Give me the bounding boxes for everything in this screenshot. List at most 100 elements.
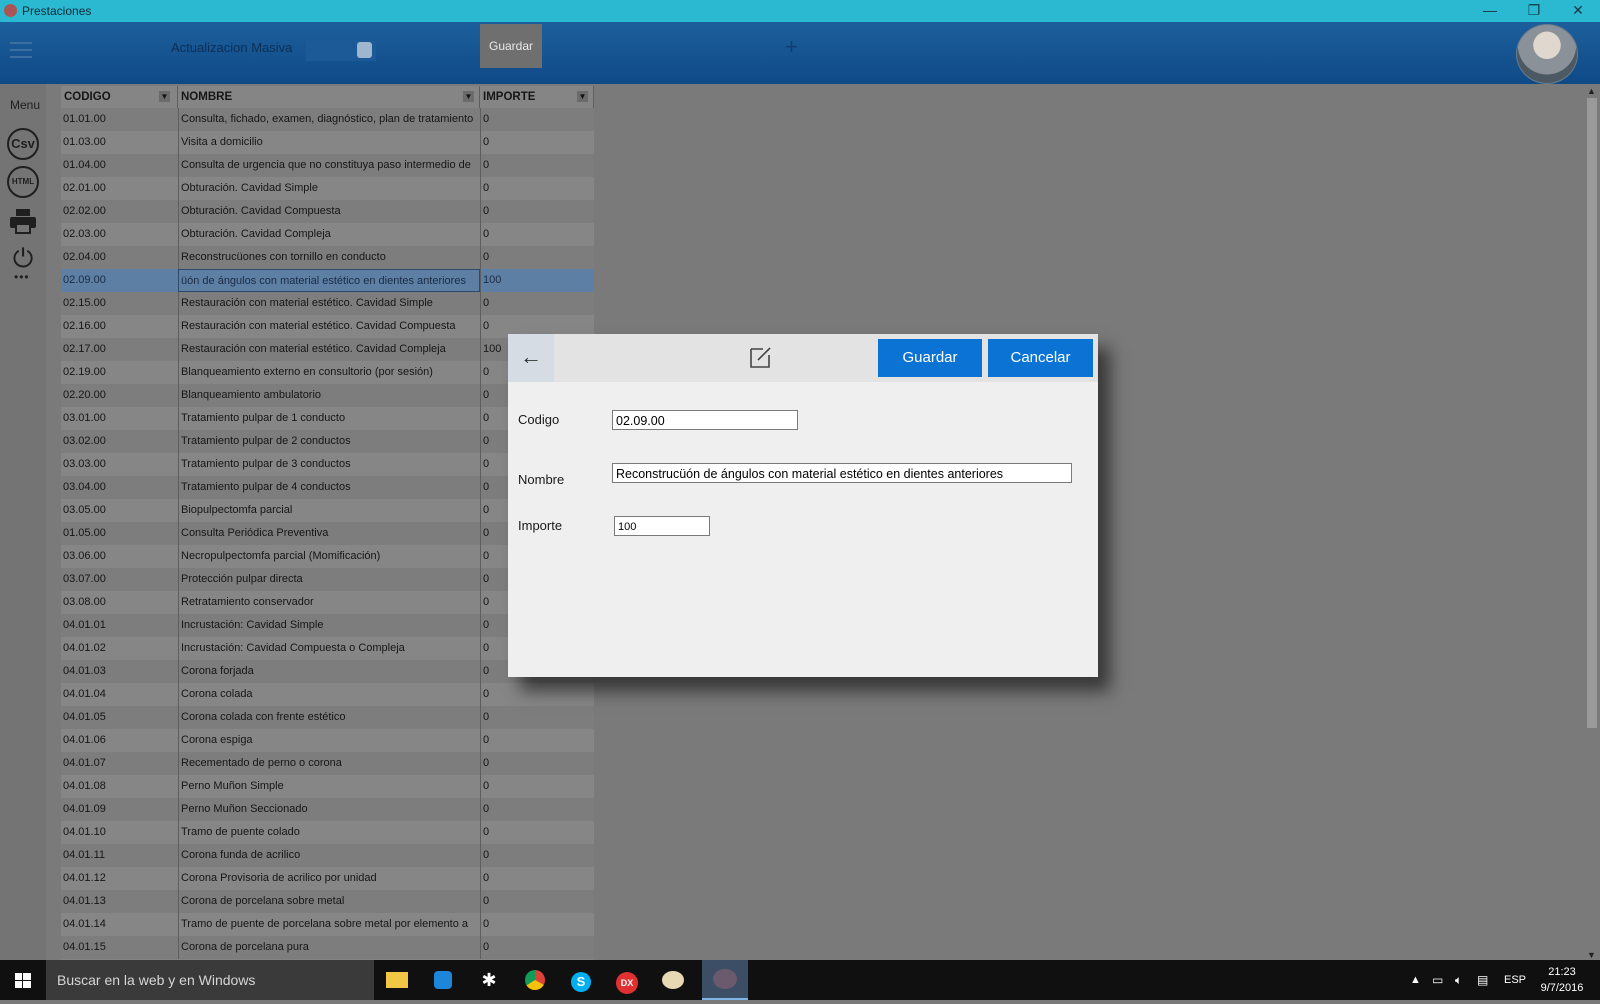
cell-importe: 0 xyxy=(480,775,594,798)
table-row[interactable]: 04.01.07 Recementado de perno o corona 0 xyxy=(61,752,594,775)
dialog-cancel-button[interactable]: Cancelar xyxy=(988,339,1093,377)
cell-nombre: Biopulpectomfa parcial xyxy=(178,499,480,522)
table-row[interactable]: 02.01.00 Obturación. Cavidad Simple 0 xyxy=(61,177,594,200)
cell-codigo: 04.01.02 xyxy=(63,642,106,654)
prestaciones-app-icon[interactable] xyxy=(702,960,748,1000)
taskbar-search-input[interactable]: Buscar en la web y en Windows xyxy=(46,960,374,1000)
codigo-field[interactable]: 02.09.00 xyxy=(612,410,798,430)
app-icon xyxy=(4,4,17,17)
table-row[interactable]: 04.01.13 Corona de porcelana sobre metal 0 xyxy=(61,890,594,913)
table-row[interactable]: 04.01.08 Perno Muñon Simple 0 xyxy=(61,775,594,798)
windows-taskbar: Buscar en la web y en Windows ✱ S DX ▲ ▭… xyxy=(0,960,1600,1000)
cell-codigo: 04.01.10 xyxy=(63,826,106,838)
power-icon[interactable]: ⏻ xyxy=(9,244,37,272)
network-icon[interactable]: ▭ xyxy=(1432,960,1443,1000)
menu-label[interactable]: Menu xyxy=(10,98,40,112)
notification-icon[interactable]: ▤ xyxy=(1477,960,1488,1000)
hamburger-menu-icon[interactable] xyxy=(10,42,32,58)
toolbar-save-button[interactable]: Guardar xyxy=(480,24,542,68)
table-row[interactable]: 04.01.10 Tramo de puente colado 0 xyxy=(61,821,594,844)
table-row[interactable]: 04.01.14 Tramo de puente de porcelana sob… xyxy=(61,913,594,936)
cell-codigo: 04.01.08 xyxy=(63,780,106,792)
massive-update-label: Actualizacion Masiva xyxy=(171,40,293,55)
importe-label: Importe xyxy=(518,518,563,533)
cell-codigo: 01.01.00 xyxy=(63,113,106,125)
printer-icon[interactable] xyxy=(9,208,37,234)
cell-nombre: Protección pulpar directa xyxy=(178,568,480,591)
table-row[interactable]: 04.01.09 Perno Muñon Seccionado 0 xyxy=(61,798,594,821)
table-row[interactable]: 04.01.12 Corona Provisoria de acrilico po… xyxy=(61,867,594,890)
cell-importe: 0 xyxy=(480,913,594,936)
table-row[interactable]: 04.01.04 Corona colada 0 xyxy=(61,683,594,706)
dialog-save-button[interactable]: Guardar xyxy=(878,339,982,377)
scroll-up-icon[interactable]: ▲ xyxy=(1587,86,1596,96)
filter-dropdown-icon[interactable]: ▼ xyxy=(463,91,474,102)
slack-icon[interactable]: ✱ xyxy=(466,960,512,1000)
more-icon[interactable]: ••• xyxy=(14,270,30,284)
cell-importe: 0 xyxy=(480,752,594,775)
skype-icon[interactable]: S xyxy=(558,960,604,1000)
cell-nombre: Restauración con material estético. Cavi… xyxy=(178,292,480,315)
csv-export-icon[interactable]: Csv xyxy=(7,128,39,160)
cell-nombre: Restauración con material estético. Cavi… xyxy=(178,338,480,361)
cell-nombre: Corona Provisoria de acrilico por unidad xyxy=(178,867,480,890)
table-row[interactable]: 02.03.00 Obturación. Cavidad Compleja 0 xyxy=(61,223,594,246)
teamviewer-icon[interactable] xyxy=(420,960,466,1000)
cell-codigo: 03.08.00 xyxy=(63,596,106,608)
table-row-selected[interactable]: 02.09.00 üón de ángulos con material esté… xyxy=(61,269,594,292)
cell-codigo: 03.04.00 xyxy=(63,481,106,493)
restore-button[interactable]: ❐ xyxy=(1512,0,1556,22)
cell-codigo: 04.01.12 xyxy=(63,872,106,884)
scrollbar-thumb[interactable] xyxy=(1587,98,1597,728)
close-button[interactable]: ✕ xyxy=(1556,0,1600,22)
cell-codigo: 04.01.06 xyxy=(63,734,106,746)
header-codigo-label: CODIGO xyxy=(64,91,111,103)
devexpress-icon[interactable]: DX xyxy=(604,960,650,1000)
cell-codigo: 01.03.00 xyxy=(63,136,106,148)
table-row[interactable]: 04.01.11 Corona funda de acrilico 0 xyxy=(61,844,594,867)
filter-dropdown-icon[interactable]: ▼ xyxy=(159,91,170,102)
table-row[interactable]: 02.04.00 Reconstrucüones con tornillo en … xyxy=(61,246,594,269)
file-explorer-icon[interactable] xyxy=(374,960,420,1000)
cell-nombre: Tratamiento pulpar de 4 conductos xyxy=(178,476,480,499)
chrome-icon[interactable] xyxy=(512,960,558,1000)
cell-nombre: Corona de porcelana sobre metal xyxy=(178,890,480,913)
filter-dropdown-icon[interactable]: ▼ xyxy=(577,91,588,102)
cell-nombre: Consulta, fichado, examen, diagnóstico, … xyxy=(178,108,480,131)
header-importe[interactable]: IMPORTE ▼ xyxy=(480,86,594,108)
table-row[interactable]: 02.15.00 Restauración con material estéti… xyxy=(61,292,594,315)
cell-nombre: Incrustación: Cavidad Compuesta o Comple… xyxy=(178,637,480,660)
avatar[interactable] xyxy=(1516,24,1578,84)
back-arrow-icon[interactable]: ← xyxy=(508,334,554,382)
cell-nombre: Blanqueamiento externo en consultorio (p… xyxy=(178,361,480,384)
cell-importe: 0 xyxy=(480,223,594,246)
vertical-scrollbar[interactable]: ▲ ▼ xyxy=(1584,86,1600,960)
header-nombre[interactable]: NOMBRE ▼ xyxy=(178,86,480,108)
windows-start-icon[interactable] xyxy=(0,960,46,1000)
toggle-knob xyxy=(357,42,372,58)
massive-update-toggle[interactable] xyxy=(306,39,376,61)
language-indicator[interactable]: ESP xyxy=(1504,960,1526,1000)
table-row[interactable]: 04.01.15 Corona de porcelana pura 0 xyxy=(61,936,594,959)
importe-field[interactable]: 100 xyxy=(614,516,710,536)
add-icon[interactable]: + xyxy=(785,34,798,60)
table-row[interactable]: 01.04.00 Consulta de urgencia que no cons… xyxy=(61,154,594,177)
html-export-icon[interactable]: HTML xyxy=(7,166,39,198)
edit-icon xyxy=(750,347,771,368)
cell-codigo: 02.16.00 xyxy=(63,320,106,332)
paint-icon[interactable] xyxy=(650,960,696,1000)
nombre-field[interactable]: Reconstrucüón de ángulos con material es… xyxy=(612,463,1072,483)
minimize-button[interactable]: — xyxy=(1468,0,1512,22)
table-row[interactable]: 04.01.05 Corona colada con frente estétic… xyxy=(61,706,594,729)
cell-nombre: Consulta de urgencia que no constituya p… xyxy=(178,154,480,177)
volume-icon[interactable]: 🔈︎ xyxy=(1455,960,1462,1000)
table-row[interactable]: 04.01.06 Corona espiga 0 xyxy=(61,729,594,752)
table-row[interactable]: 02.02.00 Obturación. Cavidad Compuesta 0 xyxy=(61,200,594,223)
scroll-down-icon[interactable]: ▼ xyxy=(1587,950,1596,960)
cell-importe: 0 xyxy=(480,798,594,821)
header-codigo[interactable]: CODIGO ▼ xyxy=(61,86,178,108)
taskbar-clock[interactable]: 21:23 9/7/2016 xyxy=(1530,964,1594,996)
table-row[interactable]: 01.01.00 Consulta, fichado, examen, diagn… xyxy=(61,108,594,131)
chevron-up-icon[interactable]: ▲ xyxy=(1410,960,1421,1000)
table-row[interactable]: 01.03.00 Visita a domicilio 0 xyxy=(61,131,594,154)
